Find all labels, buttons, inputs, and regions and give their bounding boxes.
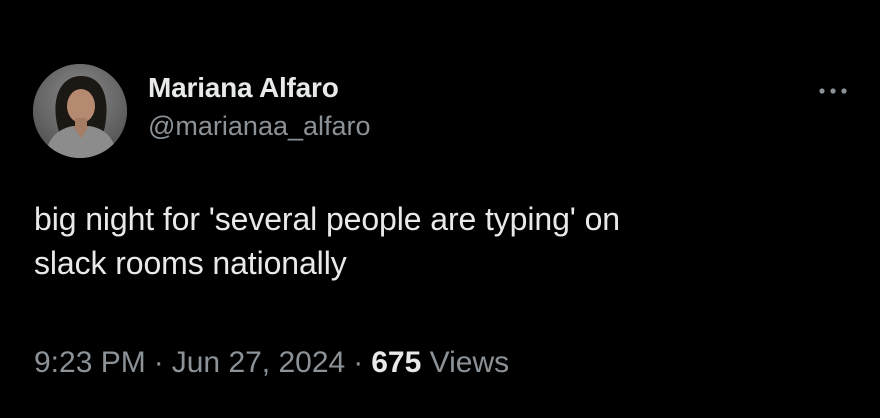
tweet-time[interactable]: 9:23 PM	[34, 346, 146, 379]
tweet-meta: 9:23 PM · Jun 27, 2024 · 675 Views	[34, 343, 509, 383]
more-options-button[interactable]	[816, 84, 850, 96]
meta-separator: ·	[353, 346, 364, 379]
author-display-name[interactable]: Mariana Alfaro	[148, 70, 371, 106]
author-handle[interactable]: @marianaa_alfaro	[148, 109, 371, 143]
tweet-text: big night for 'several people are typing…	[34, 197, 834, 285]
tweet-card: Mariana Alfaro @marianaa_alfaro big nigh…	[0, 0, 880, 418]
meta-separator: ·	[153, 346, 164, 379]
views-label[interactable]: Views	[430, 346, 509, 379]
tweet-text-line: slack rooms nationally	[34, 245, 347, 281]
author-identity: Mariana Alfaro @marianaa_alfaro	[148, 70, 371, 143]
avatar[interactable]	[33, 64, 127, 158]
views-count[interactable]: 675	[371, 346, 421, 379]
profile-photo-icon	[33, 64, 127, 158]
tweet-date[interactable]: Jun 27, 2024	[172, 346, 345, 379]
tweet-text-line: big night for 'several people are typing…	[34, 201, 620, 237]
more-horizontal-icon	[819, 88, 847, 94]
